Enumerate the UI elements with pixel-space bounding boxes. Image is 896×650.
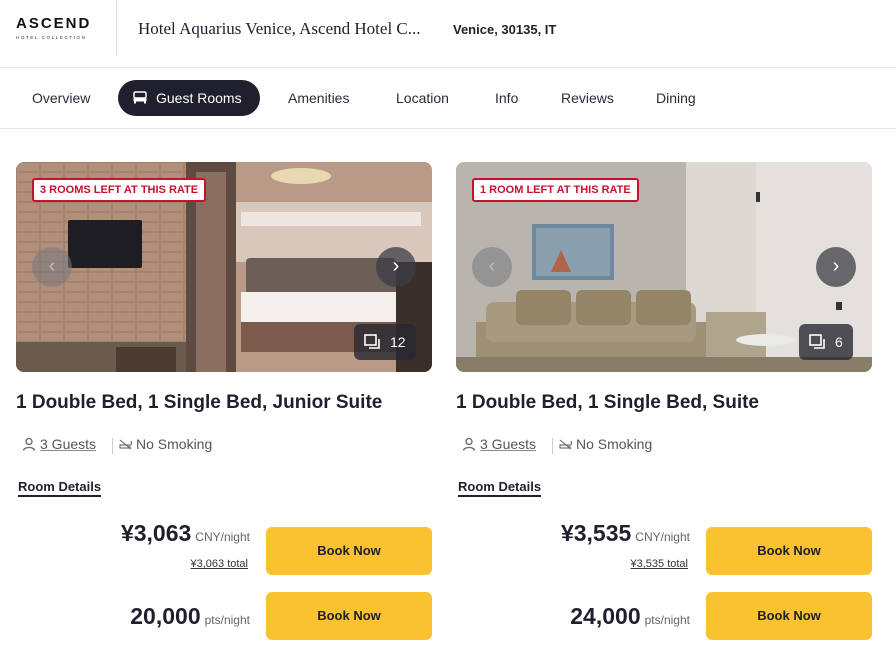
tab-location[interactable]: Location <box>396 80 449 116</box>
room-card: 1 ROOM LEFT AT THIS RATE ‹ › 6 1 Double … <box>456 162 872 650</box>
room-photo[interactable]: 3 ROOMS LEFT AT THIS RATE ‹ › 12 <box>16 162 432 372</box>
header-divider <box>116 0 117 56</box>
price-unit: CNY/night <box>195 530 250 544</box>
section-tabs: Overview Guest Rooms Amenities Location … <box>0 68 896 129</box>
room-title: 1 Double Bed, 1 Single Bed, Junior Suite <box>16 392 383 413</box>
smoking-label: No Smoking <box>136 436 213 452</box>
guests-info: 3 Guests <box>22 436 96 452</box>
logo-subtitle: HOTEL COLLECTION <box>16 35 87 40</box>
price-total-link[interactable]: ¥3,535 total <box>631 558 689 570</box>
room-card: 3 ROOMS LEFT AT THIS RATE ‹ › 12 1 Doubl… <box>16 162 432 650</box>
cash-price: ¥3,535 CNY/night <box>561 520 690 547</box>
next-photo-button[interactable]: › <box>816 247 856 287</box>
points-price: 20,000 pts/night <box>130 603 250 630</box>
points-amount: 24,000 <box>570 603 641 629</box>
room-title: 1 Double Bed, 1 Single Bed, Suite <box>456 392 759 413</box>
photo-count-chip[interactable]: 12 <box>354 324 416 360</box>
ascend-logo[interactable]: ASCEND HOTEL COLLECTION <box>16 16 98 42</box>
smoking-policy: No Smoking <box>119 436 212 452</box>
price-amount: ¥3,535 <box>560 520 632 546</box>
amenity-separator <box>112 438 113 454</box>
smoking-policy: No Smoking <box>559 436 652 452</box>
hotel-name: Hotel Aquarius Venice, Ascend Hotel C... <box>138 19 421 38</box>
amenity-separator <box>552 438 553 454</box>
tab-amenities[interactable]: Amenities <box>288 80 349 116</box>
no-smoking-icon <box>119 439 132 450</box>
tab-guest-rooms-label: Guest Rooms <box>156 90 242 106</box>
photo-count: 6 <box>835 334 843 350</box>
book-now-points-button[interactable]: Book Now <box>706 592 872 640</box>
points-unit: pts/night <box>204 613 250 627</box>
room-details-link[interactable]: Room Details <box>18 479 102 497</box>
gallery-icon <box>809 334 825 349</box>
tab-info[interactable]: Info <box>495 80 518 116</box>
photo-count: 12 <box>390 334 406 350</box>
tab-overview[interactable]: Overview <box>32 80 90 116</box>
cash-price: ¥3,063 CNY/night <box>121 520 250 547</box>
photo-count-chip[interactable]: 6 <box>799 324 853 360</box>
book-now-cash-button[interactable]: Book Now <box>706 527 872 575</box>
smoking-label: No Smoking <box>576 436 653 452</box>
price-unit: CNY/night <box>635 530 690 544</box>
prev-photo-button[interactable]: ‹ <box>472 247 512 287</box>
points-unit: pts/night <box>644 613 690 627</box>
points-price: 24,000 pts/night <box>570 603 690 630</box>
guests-info: 3 Guests <box>462 436 536 452</box>
guests-link[interactable]: 3 Guests <box>480 436 536 452</box>
availability-badge: 1 ROOM LEFT AT THIS RATE <box>472 178 639 202</box>
person-icon <box>462 437 476 451</box>
guests-link[interactable]: 3 Guests <box>40 436 96 452</box>
logo-wordmark: ASCEND <box>16 15 92 32</box>
book-now-points-button[interactable]: Book Now <box>266 592 432 640</box>
price-total-link[interactable]: ¥3,063 total <box>191 558 249 570</box>
room-photo[interactable]: 1 ROOM LEFT AT THIS RATE ‹ › 6 <box>456 162 872 372</box>
no-smoking-icon <box>559 439 572 450</box>
room-details-link[interactable]: Room Details <box>458 479 542 497</box>
next-photo-button[interactable]: › <box>376 247 416 287</box>
hotel-location: Venice, 30135, IT <box>453 22 557 37</box>
price-amount: ¥3,063 <box>120 520 192 546</box>
prev-photo-button[interactable]: ‹ <box>32 247 72 287</box>
points-amount: 20,000 <box>130 603 201 629</box>
tab-reviews[interactable]: Reviews <box>561 80 614 116</box>
book-now-cash-button[interactable]: Book Now <box>266 527 432 575</box>
tab-dining[interactable]: Dining <box>656 80 696 116</box>
site-header: ASCEND HOTEL COLLECTION Hotel Aquarius V… <box>0 0 896 68</box>
bed-icon <box>133 91 147 104</box>
gallery-icon <box>364 334 380 349</box>
person-icon <box>22 437 36 451</box>
availability-badge: 3 ROOMS LEFT AT THIS RATE <box>32 178 207 202</box>
tab-guest-rooms[interactable]: Guest Rooms <box>118 80 260 116</box>
